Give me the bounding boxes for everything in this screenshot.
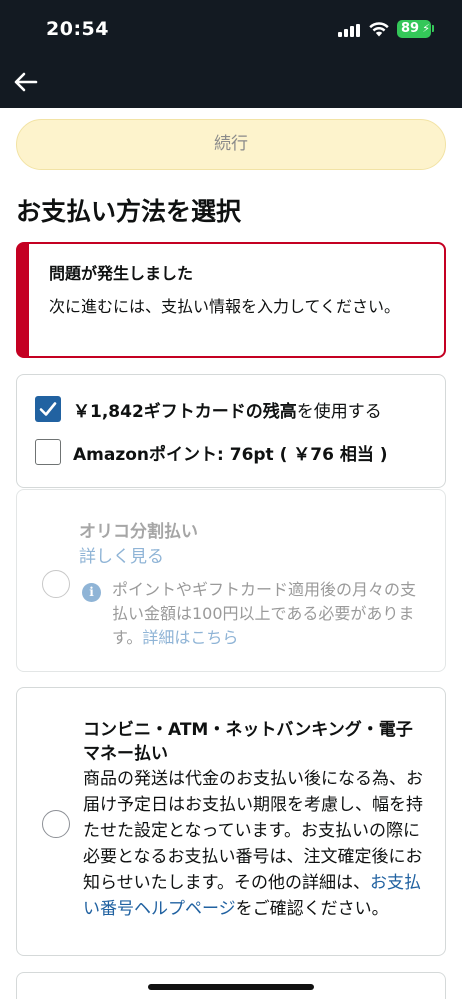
- wifi-icon: [369, 22, 389, 37]
- gift-card-checkbox[interactable]: [35, 396, 61, 422]
- page-title: お支払い方法を選択: [16, 197, 242, 226]
- gift-card-label: ￥1,842ギフトカードの残高を使用する: [73, 397, 382, 422]
- orico-info-link[interactable]: 詳細はこちら: [142, 628, 238, 647]
- battery-tip: [432, 25, 434, 32]
- konbini-title: コンビニ・ATM・ネットバンキング・電子マネー払い: [83, 720, 413, 764]
- home-indicator: [148, 984, 314, 990]
- battery-level: 89: [401, 21, 420, 36]
- gift-card-amount: ￥1,842: [73, 401, 144, 422]
- points-checkbox[interactable]: [35, 439, 61, 465]
- nav-bar: [0, 60, 462, 108]
- orico-details-link[interactable]: 詳しく見る: [79, 542, 164, 567]
- gift-card-option[interactable]: ￥1,842ギフトカードの残高を使用する: [35, 395, 382, 423]
- orico-title: オリコ分割払い: [79, 522, 198, 542]
- cellular-signal-icon: [338, 24, 362, 37]
- gift-card-balance-text: ギフトカードの残高: [143, 401, 297, 422]
- orico-radio: [42, 570, 70, 598]
- info-icon: i: [82, 583, 101, 602]
- arrow-left-icon[interactable]: [12, 68, 40, 96]
- konbini-radio[interactable]: [42, 810, 70, 838]
- status-time: 20:54: [46, 18, 109, 40]
- konbini-description: 商品の発送は代金のお支払い後になる為、お届け予定日はお支払い期限を考慮し、幅を持…: [83, 766, 433, 922]
- gift-card-suffix: を使用する: [296, 401, 382, 422]
- continue-button[interactable]: 続行: [16, 119, 446, 170]
- payment-option-konbini[interactable]: コンビニ・ATM・ネットバンキング・電子マネー払い 商品の発送は代金のお支払い後…: [16, 687, 446, 956]
- konbini-description-suffix: をご確認ください。: [235, 899, 389, 919]
- checkmark-icon: [39, 402, 57, 416]
- bolt-icon: ⚡: [422, 22, 430, 35]
- balance-options: ￥1,842ギフトカードの残高を使用する Amazonポイント: 76pt ( …: [16, 374, 446, 488]
- payment-option-orico: オリコ分割払い 詳しく見る i ポイントやギフトカード適用後の月々の支払い金額は…: [16, 489, 446, 672]
- orico-info: ポイントやギフトカード適用後の月々の支払い金額は100円以上である必要があります…: [112, 578, 430, 650]
- points-option[interactable]: Amazonポイント: 76pt ( ￥76 相当 ): [35, 438, 388, 466]
- points-label: Amazonポイント: 76pt ( ￥76 相当 ): [73, 444, 388, 465]
- alert-message: 次に進むには、支払い情報を入力してください。: [49, 297, 401, 316]
- alert-title: 問題が発生しました: [49, 264, 194, 283]
- status-bar: 20:54 89 ⚡: [0, 0, 462, 60]
- battery-charging-icon: 89 ⚡: [397, 20, 431, 38]
- error-alert: 問題が発生しました 次に進むには、支払い情報を入力してください。: [16, 242, 446, 358]
